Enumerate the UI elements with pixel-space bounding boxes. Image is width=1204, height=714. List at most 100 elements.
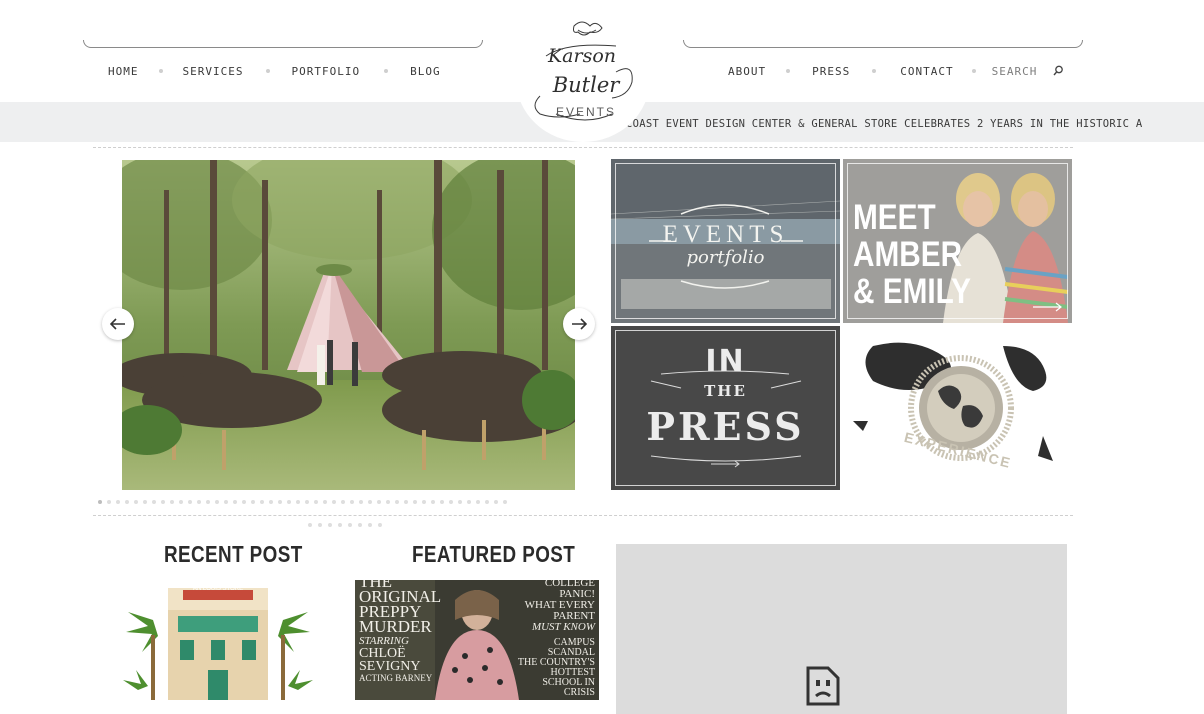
featured-post-image[interactable]: THE ORIGINAL PREPPY MURDER STARRING CHLO…	[355, 580, 599, 700]
nav-portfolio-link[interactable]: PORTFOLIO	[291, 65, 360, 78]
svg-text:Butler: Butler	[552, 73, 622, 97]
slider-dot[interactable]	[368, 523, 372, 527]
slider-dot[interactable]	[308, 523, 312, 527]
slider-dot[interactable]	[251, 500, 255, 504]
press-tile-line3: PRESS	[646, 404, 805, 449]
ad-placeholder	[616, 544, 1067, 714]
recent-post-image[interactable]: AN LOUIS STORE	[118, 580, 318, 700]
slider-dot[interactable]	[377, 500, 381, 504]
slider-dot[interactable]	[476, 500, 480, 504]
press-tile-line1: IN	[705, 344, 746, 379]
divider	[93, 515, 1073, 516]
slider-dot[interactable]	[197, 500, 201, 504]
slider-dot[interactable]	[188, 500, 192, 504]
slider-dot[interactable]	[494, 500, 498, 504]
nav-press-link[interactable]: PRESS	[812, 65, 850, 78]
slider-dot[interactable]	[224, 500, 228, 504]
search-icon[interactable]	[1051, 64, 1065, 78]
slider-dot[interactable]	[328, 523, 332, 527]
store-sign-text: AN LOUIS STORE	[192, 586, 244, 592]
divider	[93, 147, 1073, 148]
arrow-right-icon	[572, 318, 587, 330]
slider-dot[interactable]	[332, 500, 336, 504]
slider-dot[interactable]	[413, 500, 417, 504]
slider-dot[interactable]	[395, 500, 399, 504]
events-tile-subtitle: portfolio	[686, 247, 765, 268]
slider-dot[interactable]	[305, 500, 309, 504]
experience-map-tile[interactable]: EXPERIENCE	[843, 326, 1072, 490]
slider-next-button[interactable]	[563, 308, 595, 340]
slider-dot[interactable]	[341, 500, 345, 504]
meet-amber-emily-tile[interactable]: MEET AMBER & EMILY	[843, 159, 1072, 323]
site-logo[interactable]: Karson Butler EVENTS	[516, 16, 650, 142]
slider-dot[interactable]	[116, 500, 120, 504]
hero-slide-image[interactable]	[122, 160, 575, 490]
slider-dot[interactable]	[242, 500, 246, 504]
slider-dot[interactable]	[359, 500, 363, 504]
featured-post-heading: FEATURED POST	[412, 541, 576, 567]
slider-dot[interactable]	[323, 500, 327, 504]
svg-text:Karson: Karson	[547, 45, 616, 67]
slider-dot[interactable]	[161, 500, 165, 504]
slider-dot[interactable]	[358, 523, 362, 527]
header-rule-left	[83, 40, 483, 48]
broken-file-icon	[806, 666, 840, 706]
slider-dot[interactable]	[233, 500, 237, 504]
events-tile-title: EVENTS	[662, 221, 789, 248]
slider-prev-button[interactable]	[102, 308, 134, 340]
nav-separator	[971, 69, 976, 73]
press-tile-line2: THE	[704, 382, 747, 400]
magazine-cover-headline: THE ORIGINAL PREPPY MURDER	[359, 580, 442, 636]
slider-dot[interactable]	[386, 500, 390, 504]
slider-dot[interactable]	[318, 523, 322, 527]
slider-dot[interactable]	[422, 500, 426, 504]
slider-dot[interactable]	[143, 500, 147, 504]
slider-dot[interactable]	[350, 500, 354, 504]
slider-dot[interactable]	[503, 500, 507, 504]
slider-dot[interactable]	[440, 500, 444, 504]
slider-dot[interactable]	[260, 500, 264, 504]
slider-dot[interactable]	[348, 523, 352, 527]
slider-dot[interactable]	[278, 500, 282, 504]
in-the-press-tile[interactable]: IN THE PRESS	[611, 326, 840, 490]
nav-about-link[interactable]: ABOUT	[728, 65, 766, 78]
nav-separator	[872, 69, 877, 73]
nav-left: HOME SERVICES PORTFOLIO BLOG	[108, 63, 441, 79]
slider-dot[interactable]	[449, 500, 453, 504]
slider-dot[interactable]	[269, 500, 273, 504]
slider-dot[interactable]	[368, 500, 372, 504]
meet-tile-text: MEET AMBER & EMILY	[853, 198, 971, 311]
news-ticker-text[interactable]: COAST EVENT DESIGN CENTER & GENERAL STOR…	[626, 118, 1142, 130]
slider-dot[interactable]	[296, 500, 300, 504]
nav-separator	[266, 69, 271, 73]
slider-dot[interactable]	[467, 500, 471, 504]
events-portfolio-tile[interactable]: EVENTS portfolio	[611, 159, 840, 323]
search-input[interactable]: SEARCH	[992, 65, 1038, 78]
slider-dot[interactable]	[134, 500, 138, 504]
nav-separator	[384, 69, 389, 73]
slider-dot[interactable]	[170, 500, 174, 504]
slider-dot[interactable]	[98, 500, 102, 504]
magazine-cover-subline: STARRING CHLOË SEVIGNY ACTING BARNEY	[359, 635, 433, 684]
nav-separator	[158, 69, 163, 73]
nav-contact-link[interactable]: CONTACT	[900, 65, 953, 78]
slider-dot[interactable]	[431, 500, 435, 504]
slider-dot[interactable]	[107, 500, 111, 504]
nav-services-link[interactable]: SERVICES	[183, 65, 244, 78]
slider-dot[interactable]	[287, 500, 291, 504]
slider-dot[interactable]	[179, 500, 183, 504]
arrow-left-icon	[110, 318, 125, 330]
slider-dot[interactable]	[458, 500, 462, 504]
nav-home-link[interactable]: HOME	[108, 65, 139, 78]
recent-post-heading: RECENT POST	[164, 541, 303, 567]
slider-dot[interactable]	[206, 500, 210, 504]
slider-dot[interactable]	[152, 500, 156, 504]
slider-dot[interactable]	[378, 523, 382, 527]
nav-blog-link[interactable]: BLOG	[410, 65, 441, 78]
slider-dot[interactable]	[215, 500, 219, 504]
slider-dot[interactable]	[338, 523, 342, 527]
slider-dot[interactable]	[314, 500, 318, 504]
slider-dot[interactable]	[404, 500, 408, 504]
slider-dot[interactable]	[125, 500, 129, 504]
slider-dot[interactable]	[485, 500, 489, 504]
